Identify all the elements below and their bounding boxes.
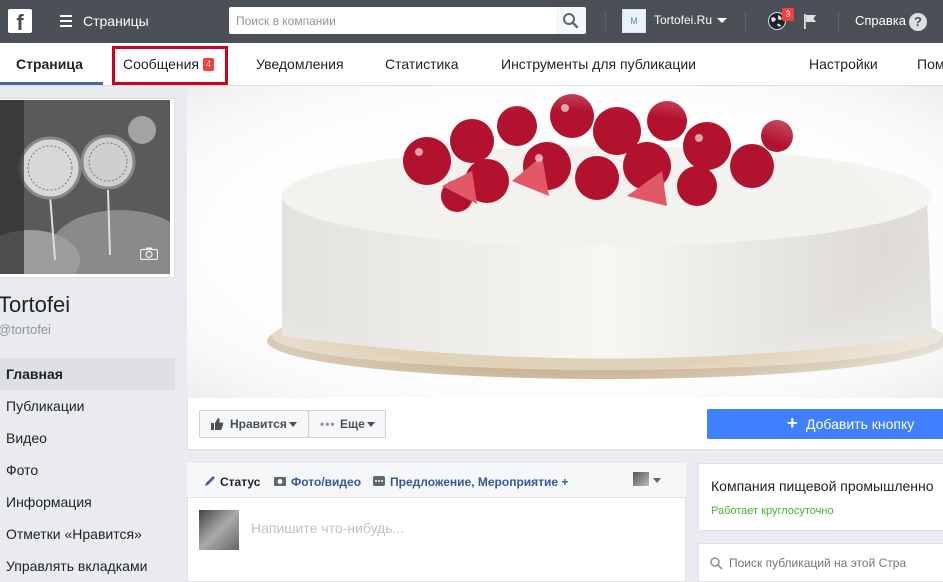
thumbs-up-icon xyxy=(211,418,224,430)
search-field[interactable] xyxy=(229,7,556,34)
chevron-down-icon[interactable] xyxy=(653,478,661,483)
composer-offer-label: Предложение, Мероприятие + xyxy=(390,475,569,489)
page-posts-search-input[interactable] xyxy=(729,553,939,573)
cover-photo[interactable] xyxy=(187,86,943,398)
sidebar-item-about[interactable]: Информация xyxy=(0,486,175,518)
sidebar-item-photos[interactable]: Фото xyxy=(0,454,175,486)
composer-input[interactable] xyxy=(251,518,651,538)
more-options-icon xyxy=(373,476,385,486)
composer-tab-photo-video[interactable]: Фото/видео xyxy=(273,474,361,489)
composer-tab-status[interactable]: Статус xyxy=(203,474,260,489)
tab-statistics[interactable]: Статистика xyxy=(385,43,459,86)
tab-settings[interactable]: Настройки xyxy=(809,43,878,86)
page-switcher-name[interactable]: Tortofei.Ru xyxy=(654,13,712,27)
add-button-label: Добавить кнопку xyxy=(806,416,915,432)
cover-photo-art xyxy=(187,86,943,398)
search-button[interactable] xyxy=(556,7,586,34)
tab-help[interactable]: Пом xyxy=(917,43,943,86)
topbar-divider xyxy=(605,11,606,31)
notifications-badge: 3 xyxy=(782,8,794,21)
company-category[interactable]: Компания пищевой промышленно xyxy=(711,478,934,494)
chevron-down-icon xyxy=(289,422,297,427)
search-icon xyxy=(710,557,723,570)
sidebar-item-videos[interactable]: Видео xyxy=(0,422,175,454)
topbar-divider xyxy=(745,11,746,31)
tab-publishing-tools[interactable]: Инструменты для публикации xyxy=(501,43,696,86)
composer-photo-label: Фото/видео xyxy=(291,475,362,489)
more-button[interactable]: ••• Еще xyxy=(308,410,386,438)
composer-status-label: Статус xyxy=(220,475,261,489)
composer-tab-offer-event[interactable]: Предложение, Мероприятие + xyxy=(372,474,568,489)
pencil-icon xyxy=(205,476,215,486)
plus-icon: + xyxy=(787,413,798,433)
sidebar-item-manage-tabs[interactable]: Управлять вкладками xyxy=(0,550,175,582)
chevron-down-icon[interactable] xyxy=(717,18,727,23)
facebook-logo-icon[interactable]: f xyxy=(8,9,32,33)
chevron-down-icon xyxy=(367,422,375,427)
search-input[interactable] xyxy=(229,7,556,34)
page-title[interactable]: Tortofei xyxy=(0,292,70,318)
help-link[interactable]: Справка xyxy=(855,13,906,28)
tab-notifications[interactable]: Уведомления xyxy=(256,43,344,86)
post-as-avatar[interactable] xyxy=(633,472,649,486)
pages-menu-label[interactable]: Страницы xyxy=(83,13,149,29)
add-button[interactable]: + Добавить кнопку xyxy=(707,409,943,439)
messages-highlight-box xyxy=(112,46,228,85)
more-dots-icon: ••• xyxy=(320,417,336,431)
flag-icon[interactable] xyxy=(800,11,820,31)
like-label: Нравится xyxy=(230,417,287,431)
sidebar-item-home[interactable]: Главная xyxy=(0,358,175,390)
camera-icon xyxy=(274,477,286,486)
page-posts-search[interactable] xyxy=(698,543,943,582)
active-tab-indicator xyxy=(0,82,103,85)
page-username[interactable]: @tortofei xyxy=(0,322,51,337)
hamburger-menu-icon[interactable] xyxy=(60,15,72,27)
topbar-divider xyxy=(838,11,839,31)
open-hours-status: Работает круглосуточно xyxy=(711,505,834,517)
like-page-button[interactable]: Нравится xyxy=(199,410,309,438)
page-info-card: Компания пищевой промышленно Работает кр… xyxy=(698,463,943,531)
composer-avatar xyxy=(199,510,239,550)
more-label: Еще xyxy=(340,417,365,431)
tab-page[interactable]: Страница xyxy=(16,43,83,86)
sidebar-item-posts[interactable]: Публикации xyxy=(0,390,175,422)
sidebar-item-likes[interactable]: Отметки «Нравится» xyxy=(0,518,175,550)
camera-icon[interactable] xyxy=(140,247,158,260)
search-icon xyxy=(563,13,579,29)
page-avatar[interactable]: M xyxy=(622,9,646,33)
help-icon[interactable]: ? xyxy=(909,13,927,31)
